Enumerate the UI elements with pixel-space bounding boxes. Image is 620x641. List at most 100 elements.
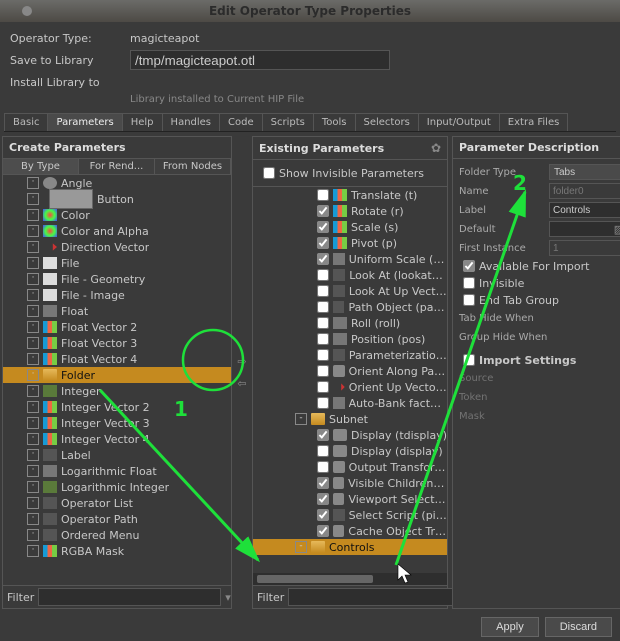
param-checkbox[interactable] [317, 221, 329, 233]
list-item[interactable]: ·Ordered Menu [3, 527, 231, 543]
subtab-by-type[interactable]: By Type [3, 159, 79, 174]
list-item[interactable]: Scale (s) [253, 219, 447, 235]
tab-extra-files[interactable]: Extra Files [499, 113, 569, 131]
label-input[interactable] [549, 202, 620, 218]
list-item[interactable]: ·Integer Vector 4 [3, 431, 231, 447]
tab-help[interactable]: Help [122, 113, 163, 131]
list-item[interactable]: ·Float [3, 303, 231, 319]
param-checkbox[interactable] [317, 301, 329, 313]
list-item[interactable]: ·Direction Vector [3, 239, 231, 255]
tab-handles[interactable]: Handles [162, 113, 220, 131]
list-item[interactable]: ·File - Geometry [3, 271, 231, 287]
arrow-left-button[interactable]: ⇦ [234, 377, 250, 391]
list-item[interactable]: ·Integer Vector 2 [3, 399, 231, 415]
list-item[interactable]: ·Integer Vector 3 [3, 415, 231, 431]
available-for-import-checkbox[interactable] [463, 260, 475, 272]
param-checkbox[interactable] [317, 381, 329, 393]
apply-button[interactable]: Apply [481, 617, 539, 637]
arrow-right-button[interactable]: ⇨ [234, 355, 250, 369]
param-checkbox[interactable] [317, 269, 329, 281]
list-item[interactable]: Display (display) [253, 443, 447, 459]
filter-input[interactable] [288, 588, 471, 606]
list-item[interactable]: ·Float Vector 2 [3, 319, 231, 335]
list-item[interactable]: Display (tdisplay) [253, 427, 447, 443]
collapse-icon[interactable]: - [295, 413, 307, 425]
param-checkbox[interactable] [317, 477, 329, 489]
param-checkbox[interactable] [317, 317, 329, 329]
list-item[interactable]: ·RGBA Mask [3, 543, 231, 559]
param-checkbox[interactable] [317, 253, 329, 265]
param-checkbox[interactable] [317, 397, 329, 409]
tab-input-output[interactable]: Input/Output [418, 113, 500, 131]
list-item[interactable]: ·Float Vector 4 [3, 351, 231, 367]
param-checkbox[interactable] [317, 365, 329, 377]
list-item[interactable]: ·Folder [3, 367, 231, 383]
subtab-from-nodes[interactable]: From Nodes [155, 159, 231, 174]
show-invisible-checkbox[interactable] [263, 167, 275, 179]
param-checkbox[interactable] [317, 461, 329, 473]
list-item[interactable]: Orient Up Vector (up) [253, 379, 447, 395]
tab-scripts[interactable]: Scripts [262, 113, 314, 131]
list-item[interactable]: Auto-Bank factor (bar [253, 395, 447, 411]
param-checkbox[interactable] [317, 525, 329, 537]
invisible-checkbox[interactable] [463, 277, 475, 289]
filter-input[interactable] [38, 588, 221, 606]
list-item[interactable]: Look At (lookatpath) [253, 267, 447, 283]
param-checkbox[interactable] [317, 349, 329, 361]
list-item[interactable]: ·Color and Alpha [3, 223, 231, 239]
list-item[interactable]: Output Transform (ou [253, 459, 447, 475]
list-item[interactable]: ·Label [3, 447, 231, 463]
param-checkbox[interactable] [317, 285, 329, 297]
subtab-for-rend-[interactable]: For Rend... [79, 159, 155, 174]
param-checkbox[interactable] [317, 429, 329, 441]
param-checkbox[interactable] [317, 509, 329, 521]
list-item[interactable]: Path Object (pathobjp [253, 299, 447, 315]
list-item[interactable]: ·Logarithmic Float [3, 463, 231, 479]
list-item[interactable]: ·Angle [3, 175, 231, 191]
list-item[interactable]: -Controls [253, 539, 447, 555]
list-item[interactable]: ·Color [3, 207, 231, 223]
param-checkbox[interactable] [317, 189, 329, 201]
list-item[interactable]: Rotate (r) [253, 203, 447, 219]
list-item[interactable]: ·Operator List [3, 495, 231, 511]
list-item[interactable]: Visible Children (vischi [253, 475, 447, 491]
list-item[interactable]: Look At Up Vector (lo [253, 283, 447, 299]
list-item[interactable]: Orient Along Path (pa [253, 363, 447, 379]
create-parameters-tree[interactable]: ·Angle·Button·Color·Color and Alpha·Dire… [3, 175, 231, 585]
filter-dropdown-icon[interactable]: ▾ [225, 591, 231, 604]
existing-parameters-tree[interactable]: Translate (t)Rotate (r)Scale (s)Pivot (p… [253, 187, 447, 573]
tab-code[interactable]: Code [219, 113, 263, 131]
list-item[interactable]: Pivot (p) [253, 235, 447, 251]
list-item[interactable]: ·Float Vector 3 [3, 335, 231, 351]
discard-button[interactable]: Discard [545, 617, 612, 637]
tab-parameters[interactable]: Parameters [47, 113, 122, 131]
list-item[interactable]: -Subnet [253, 411, 447, 427]
list-item[interactable]: Parameterization (up [253, 347, 447, 363]
list-item[interactable]: ·File [3, 255, 231, 271]
param-checkbox[interactable] [317, 333, 329, 345]
collapse-icon[interactable]: - [295, 541, 307, 553]
end-tab-group-checkbox[interactable] [463, 294, 475, 306]
list-item[interactable]: ·Operator Path [3, 511, 231, 527]
list-item[interactable]: Translate (t) [253, 187, 447, 203]
param-checkbox[interactable] [317, 445, 329, 457]
list-item[interactable]: Viewport Selecting En [253, 491, 447, 507]
list-item[interactable]: Roll (roll) [253, 315, 447, 331]
gear-icon[interactable]: ✿ [431, 141, 441, 155]
param-checkbox[interactable] [317, 493, 329, 505]
list-item[interactable]: Cache Object Transfor [253, 523, 447, 539]
horizontal-scrollbar[interactable] [253, 573, 447, 585]
default-swatch[interactable]: ▨ [549, 221, 620, 237]
list-item[interactable]: ·Integer [3, 383, 231, 399]
tab-tools[interactable]: Tools [313, 113, 356, 131]
list-item[interactable]: Select Script (pickscri [253, 507, 447, 523]
list-item[interactable]: ·Button [3, 191, 231, 207]
param-checkbox[interactable] [317, 237, 329, 249]
list-item[interactable]: Uniform Scale (scale) [253, 251, 447, 267]
param-checkbox[interactable] [317, 205, 329, 217]
import-settings-checkbox[interactable] [463, 354, 475, 366]
tab-basic[interactable]: Basic [4, 113, 48, 131]
list-item[interactable]: ·File - Image [3, 287, 231, 303]
tab-selectors[interactable]: Selectors [355, 113, 419, 131]
list-item[interactable]: Position (pos) [253, 331, 447, 347]
